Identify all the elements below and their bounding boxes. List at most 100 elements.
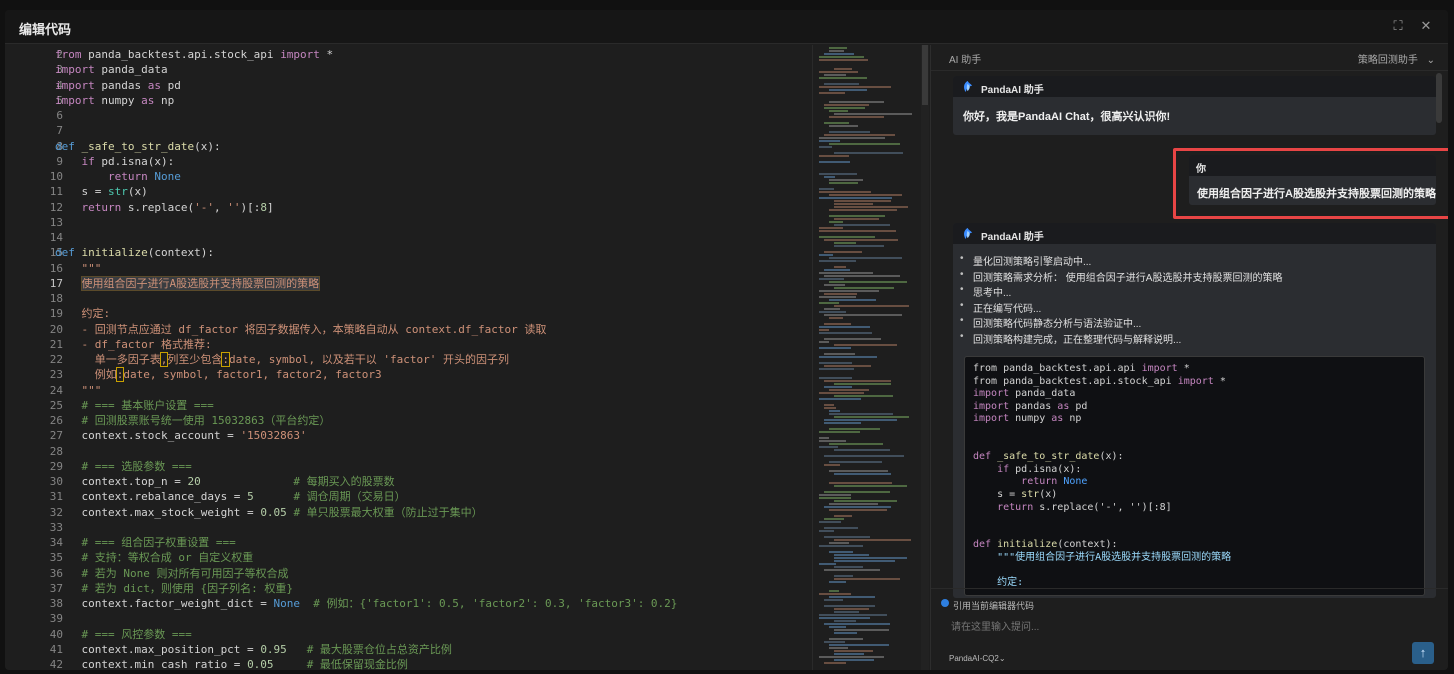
minimap-line (829, 644, 889, 646)
minimap-line (829, 116, 884, 118)
minimap-line (819, 347, 851, 349)
code-line[interactable]: context.min_cash_ratio = 0.05 # 最低保留现金比例 (55, 657, 407, 670)
assistant-mode-select[interactable]: 策略回测助手 ⌄ (1358, 51, 1435, 66)
code-line[interactable]: """ (55, 261, 102, 276)
code-editor[interactable]: 2 3 4 5 6 7 8 9 10 11 12 13 14 15 16 17 18 19 20 21 22 23 24 25… (5, 45, 812, 670)
code-line[interactable]: # 若为 dict，则使用 {因子列名: 权重} (55, 581, 293, 596)
minimap-line (834, 653, 865, 655)
minimap-line (819, 191, 872, 193)
minimap-line (824, 506, 891, 508)
minimap-line (829, 89, 868, 91)
minimap-line (824, 365, 872, 367)
generated-code-block[interactable]: from panda_backtest.api.api import * from… (964, 356, 1425, 596)
window-titlebar: 编辑代码 ⛶ ✕ (5, 10, 1448, 44)
code-line[interactable]: import numpy as np (55, 93, 174, 108)
code-line[interactable]: context.rebalance_days = 5 # 调仓周期（交易日） (55, 489, 405, 504)
minimap-line (824, 518, 845, 520)
code-line[interactable]: # 若为 None 则对所有可用因子等权合成 (55, 566, 289, 581)
minimap-line (829, 596, 876, 598)
code-line[interactable]: context.stock_account = '15032863' (55, 428, 306, 443)
code-line[interactable]: return s.replace('-', '')[:8] (55, 200, 274, 215)
code-line[interactable]: return None (55, 169, 181, 184)
minimap-line (819, 446, 839, 448)
code-line[interactable]: 单一多因子表,列至少包含:date, symbol, 以及若干以 'factor… (55, 352, 509, 367)
code-line[interactable]: # === 组合因子权重设置 === (55, 535, 236, 550)
code-line[interactable]: # === 选股参数 === (55, 459, 192, 474)
code-line[interactable]: from panda_backtest.api.stock_api import… (55, 47, 333, 62)
minimap-line (824, 569, 881, 571)
generated-code-line: return None (1021, 476, 1088, 488)
code-line[interactable]: context.top_n = 20 # 每期买入的股票数 (55, 474, 394, 489)
minimap-line (829, 221, 843, 223)
code-line[interactable]: # 支持：等权合成 or 自定义权重 (55, 550, 254, 565)
code-line[interactable]: if pd.isna(x): (55, 154, 175, 169)
ai-panel-title: AI 助手 (949, 55, 982, 66)
minimap-line (834, 266, 847, 268)
minimap-line (824, 605, 876, 607)
line-number: 6 (56, 109, 63, 122)
generated-code-line: import numpy as np (973, 413, 1082, 425)
minimap-line (829, 461, 882, 463)
minimap-line (819, 272, 873, 274)
code-line[interactable]: 使用组合因子进行A股选股并支持股票回测的策略 (55, 275, 321, 291)
minimap-line (829, 143, 900, 145)
minimap-line (824, 176, 835, 178)
code-line[interactable]: context.factor_weight_dict = None # 例如：{… (55, 596, 677, 611)
code-line[interactable]: context.max_stock_weight = 0.05 # 单只股票最大… (55, 505, 482, 520)
minimap-line (824, 104, 869, 106)
minimap-line (824, 419, 898, 421)
fullscreen-icon[interactable]: ⛶ (1391, 19, 1405, 33)
quote-editor-toggle-icon[interactable] (941, 599, 949, 607)
editor-scrollbar-thumb[interactable] (922, 45, 928, 105)
minimap-line (824, 53, 854, 55)
code-line[interactable]: # 回测股票账号统一使用 15032863（平台约定） (55, 413, 331, 428)
line-number: 14 (49, 231, 63, 244)
code-line[interactable]: def _safe_to_str_date(x): (55, 139, 221, 154)
code-line[interactable]: 约定: (55, 306, 111, 321)
minimap-line (829, 317, 843, 319)
code-line[interactable]: """ (55, 383, 102, 398)
minimap-line (819, 530, 834, 532)
pandaai-logo-icon (964, 227, 973, 240)
minimap-line (819, 188, 834, 190)
chat-scrollbar[interactable] (1436, 73, 1442, 123)
minimap-line (819, 563, 836, 565)
minimap-line (829, 209, 898, 211)
code-line[interactable]: 例如:date, symbol, factor1, factor2, facto… (55, 367, 382, 383)
progress-step-text: 回测策略需求分析： 使用组合因子进行A股选股并支持股票回测的策略 (973, 272, 1283, 284)
code-line[interactable]: s = str(x) (55, 184, 147, 199)
minimap-line (824, 404, 834, 406)
code-line[interactable]: import pandas as pd (55, 78, 181, 93)
minimap-line (834, 344, 897, 346)
model-select[interactable]: PandaAI-CQ2⌄ (949, 654, 1006, 663)
minimap-line (819, 161, 850, 163)
minimap-line (819, 431, 861, 433)
minimap-line (819, 227, 843, 229)
editor-minimap[interactable] (812, 45, 927, 670)
minimap-line (824, 491, 890, 493)
line-number: 33 (49, 520, 63, 534)
assistant-greeting-text: 你好，我是PandaAI Chat，很高兴认识你! (963, 111, 1171, 123)
chat-input[interactable] (951, 619, 1391, 635)
code-line[interactable]: # === 基本账户设置 === (55, 398, 214, 413)
minimap-line (834, 203, 874, 205)
send-button[interactable]: ↑ (1412, 642, 1434, 664)
close-icon[interactable]: ✕ (1419, 19, 1433, 33)
minimap-line (829, 542, 850, 544)
progress-step-text: 量化回测策略引擎启动中... (973, 257, 1092, 268)
code-line[interactable]: def initialize(context): (55, 245, 214, 260)
code-line[interactable]: # === 风控参数 === (55, 627, 192, 642)
minimap-line (834, 416, 910, 418)
minimap-line (824, 308, 841, 310)
generated-code-line: return s.replace('-', '')[:8] (997, 501, 1172, 513)
code-line[interactable]: import panda_data (55, 62, 168, 77)
editor-scrollbar[interactable] (921, 45, 929, 670)
progress-step: 量化回测策略引擎启动中... (960, 253, 1092, 268)
code-line[interactable]: context.max_position_pct = 0.95 # 最大股票仓位… (55, 642, 451, 657)
quote-editor-label[interactable]: 引用当前编辑器代码 (953, 599, 1034, 612)
code-line[interactable]: - 回测节点应通过 df_factor 将因子数据传入，本策略自动从 conte… (55, 322, 547, 337)
minimap-line (819, 617, 870, 619)
code-line[interactable]: - df_factor 格式推荐: (55, 337, 212, 352)
minimap-line (829, 179, 863, 181)
minimap-line (819, 392, 864, 394)
